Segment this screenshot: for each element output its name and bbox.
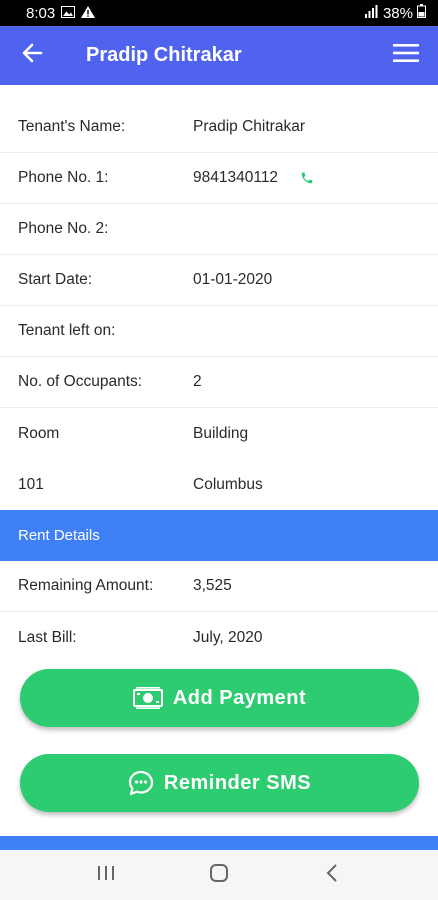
detail-label: No. of Occupants: <box>18 373 143 390</box>
hamburger-menu-icon <box>393 43 419 68</box>
back-button[interactable] <box>0 26 64 85</box>
detail-row-left-on: Tenant left on: <box>0 306 438 357</box>
phone-number: 9841340112 <box>193 169 279 186</box>
chat-bubble-icon <box>128 770 154 796</box>
detail-row-phone2: Phone No. 2: <box>0 204 438 255</box>
detail-value: Pradip Chitrakar <box>193 118 305 135</box>
chevron-left-icon <box>326 863 338 887</box>
home-icon <box>209 863 229 888</box>
add-payment-button[interactable]: Add Payment <box>20 669 419 727</box>
add-payment-label: Add Payment <box>172 686 307 709</box>
money-icon <box>132 687 163 709</box>
warning-notification-icon <box>81 5 96 22</box>
detail-label: Start Date: <box>18 271 93 288</box>
room-header: Room <box>18 424 60 442</box>
battery-icon <box>417 4 426 22</box>
status-bar: 8:03 38% <box>0 0 438 26</box>
gallery-notification-icon <box>61 5 76 22</box>
app-bar: Pradip Chitrakar <box>0 26 438 85</box>
detail-label: Tenant left on: <box>18 322 116 339</box>
detail-row-name: Tenant's Name: Pradip Chitrakar <box>0 102 438 153</box>
detail-label: Tenant's Name: <box>18 118 126 135</box>
signal-icon <box>364 4 379 22</box>
building-value: Columbus <box>193 475 263 493</box>
room-header-row: Room Building <box>0 408 438 459</box>
system-nav-bar <box>0 850 438 900</box>
detail-row-start-date: Start Date: 01-01-2020 <box>0 255 438 306</box>
detail-value: 9841340112 <box>193 169 438 187</box>
tenant-details: Tenant's Name: Pradip Chitrakar Phone No… <box>0 102 438 663</box>
detail-row-occupants: No. of Occupants: 2 <box>0 357 438 408</box>
rent-value: July, 2020 <box>193 628 263 646</box>
rent-details-header: Rent Details <box>0 510 438 561</box>
rent-row-last-bill: Last Bill: July, 2020 <box>0 612 438 663</box>
room-value-row: 101 Columbus <box>0 459 438 510</box>
bottom-strip <box>0 836 438 850</box>
reminder-sms-button[interactable]: Reminder SMS <box>20 754 419 812</box>
home-button[interactable] <box>199 855 239 895</box>
phone-icon[interactable] <box>300 171 314 185</box>
room-value: 101 <box>18 475 44 493</box>
rent-label: Last Bill: <box>18 628 77 646</box>
detail-row-phone1: Phone No. 1: 9841340112 <box>0 153 438 204</box>
building-header: Building <box>193 424 249 442</box>
menu-button[interactable] <box>374 26 438 85</box>
arrow-left-icon <box>21 43 43 68</box>
rent-row-remaining: Remaining Amount: 3,525 <box>0 561 438 612</box>
detail-label: Phone No. 1: <box>18 169 109 186</box>
detail-value: 2 <box>193 373 202 390</box>
rent-label: Remaining Amount: <box>18 577 154 594</box>
reminder-sms-label: Reminder SMS <box>163 771 312 794</box>
page-title: Pradip Chitrakar <box>86 44 242 66</box>
battery-percent: 38% <box>382 4 413 22</box>
system-back-button[interactable] <box>312 855 352 895</box>
recent-apps-icon <box>97 865 115 886</box>
recent-apps-button[interactable] <box>86 855 126 895</box>
status-time: 8:03 <box>26 4 56 22</box>
rent-value: 3,525 <box>193 577 232 594</box>
detail-value: 01-01-2020 <box>193 271 273 288</box>
detail-label: Phone No. 2: <box>18 220 109 237</box>
